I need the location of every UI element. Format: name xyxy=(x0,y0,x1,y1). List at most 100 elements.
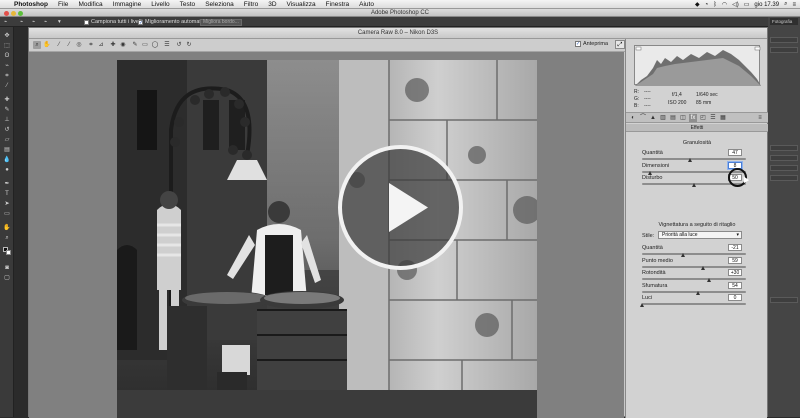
menu-3d[interactable]: 3D xyxy=(268,0,276,9)
slider-value-input[interactable]: -21 xyxy=(728,244,742,251)
path-selection-tool-icon[interactable]: ➤ xyxy=(3,201,11,208)
battery-status-icon[interactable]: ▭ xyxy=(744,1,750,8)
quick-selection-tool-icon[interactable]: ⌁ xyxy=(3,63,11,70)
slider-track[interactable] xyxy=(642,290,746,293)
dropbox-status-icon[interactable]: ◆ xyxy=(695,1,700,8)
graduated-filter-icon[interactable]: ▭ xyxy=(141,41,149,49)
dock-panel-row[interactable] xyxy=(770,297,798,303)
rotate-left-icon[interactable]: ↺ xyxy=(175,41,183,49)
slider-track[interactable] xyxy=(642,303,746,305)
eyedropper-tool-icon[interactable]: ⁄ xyxy=(3,83,11,90)
menu-livello[interactable]: Livello xyxy=(151,0,169,9)
marquee-tool-icon[interactable]: ⬚ xyxy=(3,43,11,50)
tab-split-toning-icon[interactable]: ▤ xyxy=(669,114,677,122)
slider-value-input[interactable]: 47 xyxy=(728,149,742,156)
slider-thumb[interactable] xyxy=(691,183,696,187)
slider-thumb[interactable] xyxy=(647,170,652,175)
healing-brush-tool-icon[interactable]: ✚ xyxy=(3,97,11,104)
crop-tool-icon[interactable]: ⌗ xyxy=(87,41,95,49)
zoom-tool-icon[interactable]: ⌕ xyxy=(3,235,11,242)
straighten-tool-icon[interactable]: ⊿ xyxy=(97,41,105,49)
tab-camera-calibration-icon[interactable]: ◰ xyxy=(699,114,707,122)
sample-all-layers-checkbox[interactable] xyxy=(84,19,89,25)
slider-thumb[interactable] xyxy=(707,278,712,282)
menu-modifica[interactable]: Modifica xyxy=(78,0,102,9)
screen-mode-icon[interactable]: ▢ xyxy=(3,275,11,282)
tab-tone-curve-icon[interactable]: ⌒ xyxy=(639,114,647,122)
spotlight-search-icon[interactable]: ⌕ xyxy=(784,1,787,8)
video-play-button[interactable] xyxy=(338,145,463,270)
hand-tool-icon[interactable]: ✋ xyxy=(43,41,51,49)
tab-snapshots-icon[interactable]: ▦ xyxy=(719,114,727,122)
new-selection-icon[interactable]: ⌁ xyxy=(20,19,23,25)
menu-finestra[interactable]: Finestra xyxy=(326,0,349,9)
menu-immagine[interactable]: Immagine xyxy=(113,0,142,9)
slider-thumb[interactable] xyxy=(680,253,685,257)
preferences-icon[interactable]: ☰ xyxy=(163,41,171,49)
dock-panel-row[interactable] xyxy=(770,155,798,161)
slider-thumb[interactable] xyxy=(688,158,693,162)
slider-track[interactable] xyxy=(642,278,746,280)
white-balance-tool-icon[interactable]: ⁄ xyxy=(55,41,63,49)
move-tool-icon[interactable]: ✥ xyxy=(3,33,11,40)
sample-all-layers-option[interactable]: Campiona tutti i livelli xyxy=(84,19,143,25)
shape-tool-icon[interactable]: ▭ xyxy=(3,211,11,218)
slider-value-input[interactable]: +30 xyxy=(728,269,742,276)
clone-stamp-tool-icon[interactable]: ⊥ xyxy=(3,117,11,124)
slider-value-input[interactable]: 59 xyxy=(728,256,742,264)
dock-panel-row[interactable] xyxy=(770,175,798,181)
wifi-status-icon[interactable]: ◠ xyxy=(722,1,727,8)
pen-tool-icon[interactable]: ✒ xyxy=(3,181,11,188)
tab-effects-icon[interactable]: fx xyxy=(689,114,697,122)
menu-aiuto[interactable]: Aiuto xyxy=(359,0,374,9)
fullscreen-toggle-icon[interactable]: ⤢ xyxy=(615,40,625,49)
hand-tool-icon[interactable]: ✋ xyxy=(3,225,11,232)
highlight-clipping-icon[interactable] xyxy=(754,46,761,51)
clock-status-icon[interactable]: ◔ xyxy=(705,2,709,8)
menu-filtro[interactable]: Filtro xyxy=(244,0,258,9)
auto-enhance-option[interactable]: ✓ Miglioramento automatico xyxy=(138,19,208,25)
shadow-clipping-icon[interactable] xyxy=(635,46,642,51)
volume-status-icon[interactable]: ◁) xyxy=(732,1,739,8)
red-eye-tool-icon[interactable]: ◉ xyxy=(119,41,127,49)
tab-basic-icon[interactable]: ◐ xyxy=(629,114,637,122)
crop-tool-icon[interactable]: ⌗ xyxy=(3,73,11,80)
slider-value-input[interactable]: 54 xyxy=(728,281,742,289)
slider-value-input[interactable]: 0 xyxy=(728,294,742,301)
add-selection-icon[interactable]: ⌁ xyxy=(32,19,35,25)
quick-select-tool-icon[interactable]: ⌁ xyxy=(4,19,7,25)
slider-track[interactable] xyxy=(642,158,746,160)
eraser-tool-icon[interactable]: ▱ xyxy=(3,137,11,144)
menu-app-name[interactable]: Photoshop xyxy=(14,0,48,9)
bluetooth-status-icon[interactable]: ᛒ xyxy=(713,2,717,8)
zoom-tool-icon[interactable]: ⌕ xyxy=(33,41,41,49)
menubar-clock[interactable]: gio 17.39 xyxy=(754,2,779,8)
targeted-adjustment-tool-icon[interactable]: ◎ xyxy=(75,41,83,49)
quick-mask-icon[interactable]: ◙ xyxy=(3,265,11,272)
image-preview-area[interactable] xyxy=(29,52,624,418)
history-brush-tool-icon[interactable]: ↺ xyxy=(3,127,11,134)
panel-menu-icon[interactable]: ≡ xyxy=(756,114,764,122)
dodge-tool-icon[interactable]: ● xyxy=(3,167,11,174)
blur-tool-icon[interactable]: 💧 xyxy=(3,157,11,164)
lasso-tool-icon[interactable]: ʘ xyxy=(3,53,11,60)
vignette-style-select[interactable]: Priorità alla luce ▾ xyxy=(658,231,742,239)
workspace-tab[interactable]: Fotografia xyxy=(770,18,798,25)
slider-track[interactable] xyxy=(642,253,746,255)
tab-hsl-icon[interactable]: ▥ xyxy=(659,114,667,122)
preview-checkbox[interactable]: ✓ xyxy=(575,41,581,47)
slider-track[interactable] xyxy=(642,265,746,268)
menu-testo[interactable]: Testo xyxy=(180,0,196,9)
color-swatches[interactable] xyxy=(3,247,11,256)
tab-detail-icon[interactable]: ▲ xyxy=(649,114,657,122)
slider-thumb[interactable] xyxy=(700,265,705,270)
refine-edge-button[interactable]: Migliora bordo... xyxy=(200,18,242,26)
tab-lens-corrections-icon[interactable]: ◫ xyxy=(679,114,687,122)
tab-presets-icon[interactable]: ☰ xyxy=(709,114,717,122)
auto-enhance-checkbox[interactable]: ✓ xyxy=(138,19,143,25)
preview-option[interactable]: ✓ Anteprima xyxy=(575,41,608,47)
adjustment-brush-icon[interactable]: ✎ xyxy=(131,41,139,49)
spot-removal-tool-icon[interactable]: ✚ xyxy=(109,41,117,49)
dock-panel-row[interactable] xyxy=(770,47,798,53)
radial-filter-icon[interactable]: ◯ xyxy=(151,41,159,49)
